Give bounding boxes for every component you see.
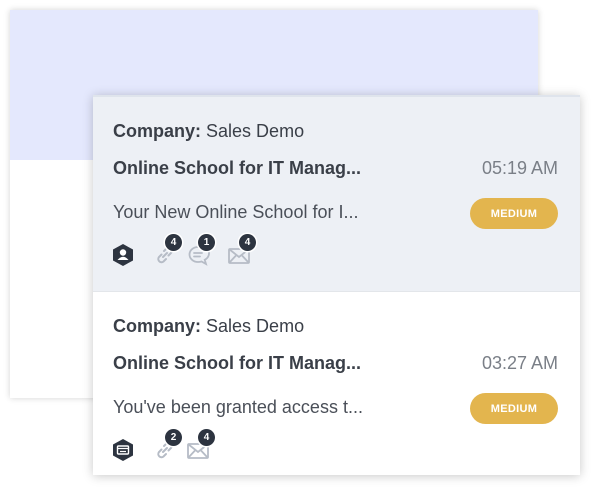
ticket-list: Company: Sales Demo Online School for IT…	[93, 95, 580, 475]
ticket-preview: You've been granted access t...	[113, 397, 363, 417]
link-icon[interactable]: 4	[153, 234, 182, 267]
user-hexagon-icon	[111, 243, 135, 267]
link-count: 2	[165, 429, 182, 446]
comment-count: 1	[198, 234, 215, 251]
ticket-icons: 4 1 4	[111, 234, 331, 271]
ticket-subject[interactable]: Online School for IT Manag...	[113, 353, 413, 374]
company-line: Company: Sales Demo	[113, 121, 304, 142]
mail-count: 4	[239, 234, 256, 251]
ticket-icons: 2 4	[111, 429, 331, 466]
priority-badge: MEDIUM	[470, 198, 558, 229]
comment-icon[interactable]: 1	[186, 234, 215, 267]
ticket-preview: Your New Online School for I...	[113, 202, 359, 222]
ticket-card[interactable]: Company: Sales Demo Online School for IT…	[93, 97, 580, 291]
link-icon[interactable]: 2	[153, 429, 182, 462]
mail-icon[interactable]: 4	[186, 429, 215, 462]
mail-count: 4	[198, 429, 215, 446]
web-hexagon-icon	[111, 438, 135, 462]
company-label: Company:	[113, 316, 202, 336]
company-name: Sales Demo	[206, 316, 305, 336]
company-label: Company:	[113, 121, 202, 141]
mail-icon[interactable]: 4	[227, 234, 256, 267]
ticket-card[interactable]: Company: Sales Demo Online School for IT…	[93, 291, 580, 475]
ticket-time: 03:27 AM	[481, 353, 558, 373]
ticket-subject[interactable]: Online School for IT Manag...	[113, 158, 413, 179]
company-line: Company: Sales Demo	[113, 316, 304, 337]
ticket-time: 05:19 AM	[481, 158, 558, 178]
company-name: Sales Demo	[206, 121, 305, 141]
link-count: 4	[165, 234, 182, 251]
priority-badge: MEDIUM	[470, 393, 558, 424]
